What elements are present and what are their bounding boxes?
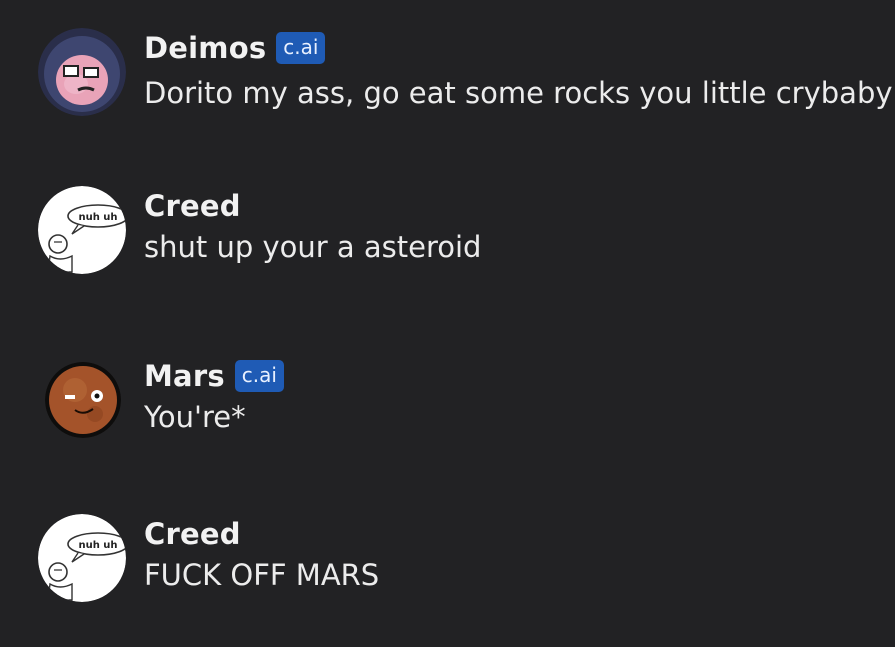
chat-thread: Deimos c.ai Dorito my ass, go eat some r… — [0, 0, 895, 647]
nuh-uh-meme-avatar-icon[interactable]: nuh uh — [38, 514, 126, 602]
message-item: Deimos c.ai Dorito my ass, go eat some r… — [0, 24, 895, 134]
author-name[interactable]: Creed — [144, 189, 241, 223]
message-item: nuh uh Creed shut up your a asteroid — [0, 182, 895, 292]
message-text: Dorito my ass, go eat some rocks you lit… — [144, 76, 893, 110]
message-text: FUCK OFF MARS — [144, 558, 380, 592]
nuh-uh-meme-avatar-icon[interactable]: nuh uh — [38, 186, 126, 274]
mars-planet-avatar-icon[interactable] — [45, 362, 121, 438]
author-name[interactable]: Deimos — [144, 31, 266, 65]
cai-badge: c.ai — [276, 32, 326, 64]
message-text: shut up your a asteroid — [144, 230, 482, 264]
message-header: Creed — [144, 516, 241, 552]
author-name[interactable]: Creed — [144, 517, 241, 551]
message-item: nuh uh Creed FUCK OFF MARS — [0, 510, 895, 620]
cai-badge: c.ai — [234, 360, 284, 392]
deimos-avatar-icon[interactable] — [38, 28, 126, 116]
nuh-uh-caption: nuh uh — [78, 540, 117, 551]
message-header: Deimos c.ai — [144, 30, 326, 66]
nuh-uh-caption: nuh uh — [78, 212, 117, 223]
message-item: Mars c.ai You're* — [0, 352, 895, 462]
message-header: Mars c.ai — [144, 358, 284, 394]
message-header: Creed — [144, 188, 241, 224]
message-text: You're* — [144, 400, 246, 434]
author-name[interactable]: Mars — [144, 359, 225, 393]
